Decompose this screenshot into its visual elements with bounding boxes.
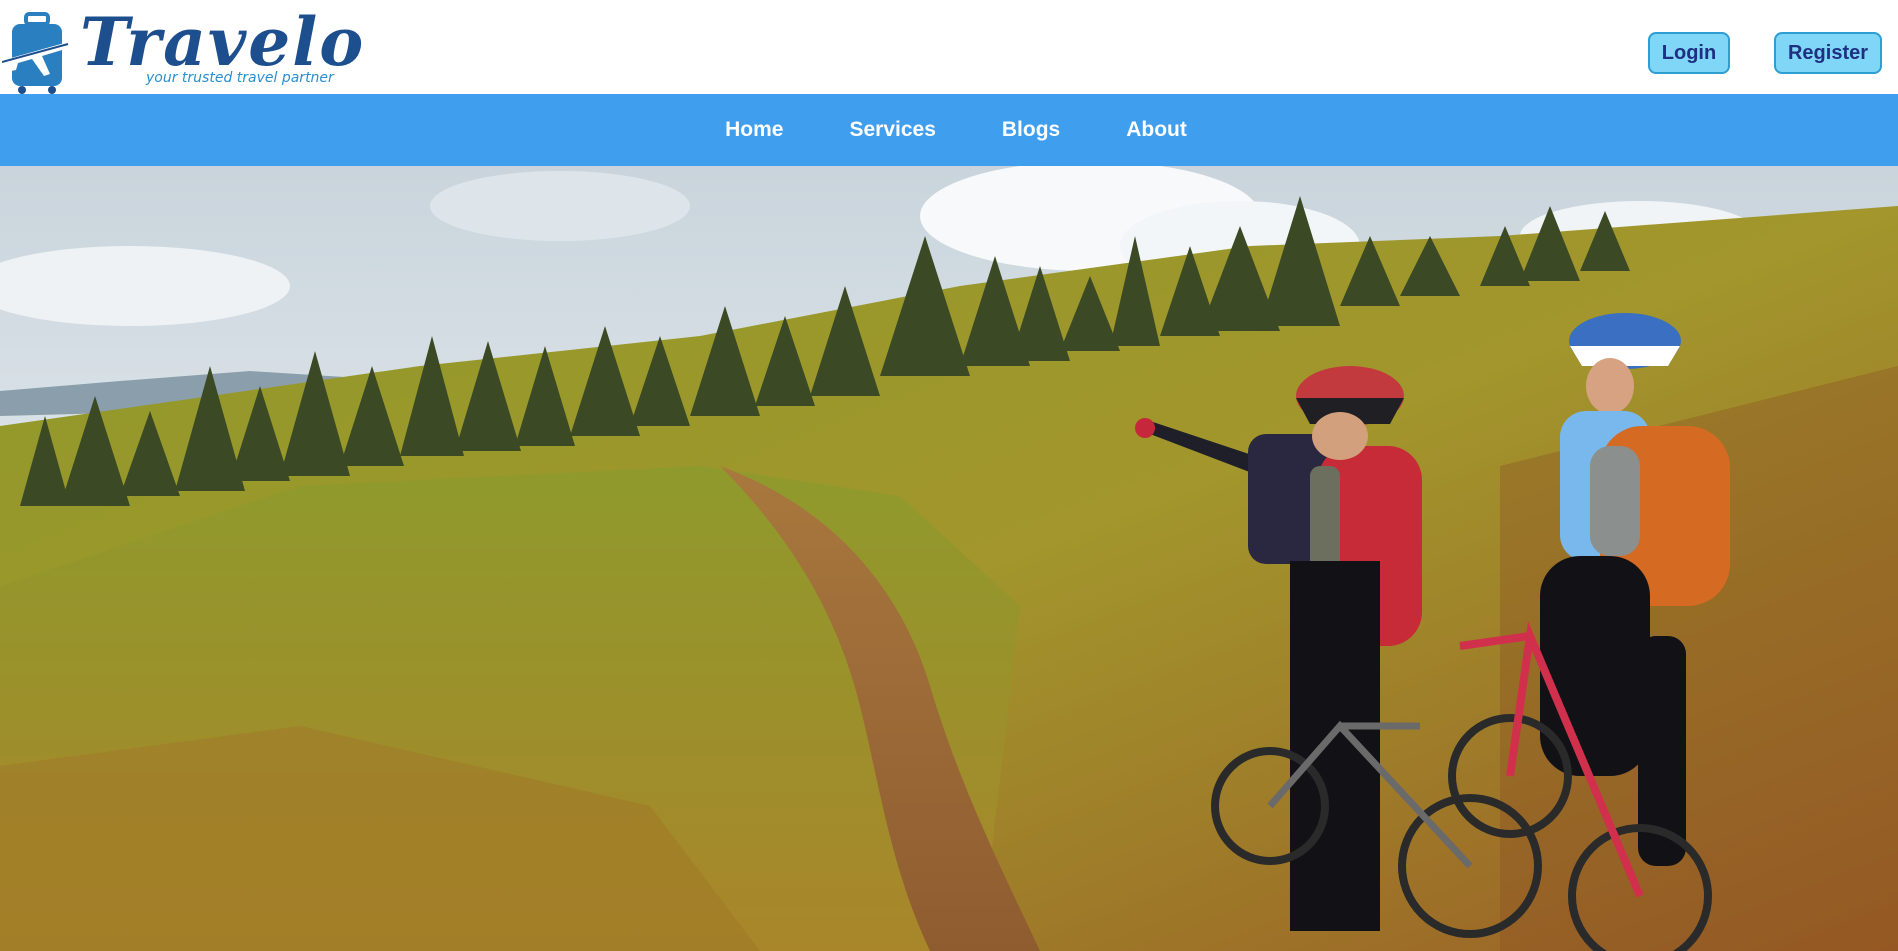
hero-image — [0, 166, 1898, 951]
nav-item-services[interactable]: Services — [849, 118, 935, 142]
nav-item-blogs[interactable]: Blogs — [1002, 118, 1060, 142]
nav-item-about[interactable]: About — [1126, 118, 1187, 142]
brand-logo[interactable]: Travelo your trusted travel partner — [0, 3, 363, 94]
main-nav: Home Services Blogs About — [0, 94, 1898, 166]
mountain-bikers-photo — [0, 166, 1898, 951]
suitcase-plane-icon — [2, 12, 69, 94]
nav-item-home[interactable]: Home — [725, 118, 783, 142]
login-button[interactable]: Login — [1648, 32, 1730, 74]
brand-tagline: your trusted travel partner — [146, 70, 334, 86]
site-header: Travelo your trusted travel partner Logi… — [0, 0, 1898, 94]
nav-list: Home Services Blogs About — [0, 94, 1898, 166]
register-button[interactable]: Register — [1774, 32, 1882, 74]
